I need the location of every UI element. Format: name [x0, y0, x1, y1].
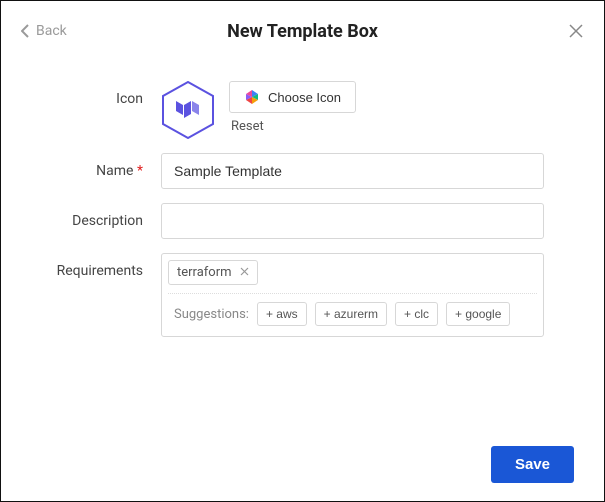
modal-dialog: Back New Template Box Icon [0, 0, 605, 502]
requirements-row: Requirements terraform Suggestions: + aw… [1, 253, 544, 337]
reset-icon-link[interactable]: Reset [231, 119, 264, 134]
requirements-input[interactable]: terraform Suggestions: + aws + azurerm +… [161, 253, 544, 337]
choose-icon-label: Choose Icon [268, 90, 341, 105]
requirement-tag: terraform [168, 260, 258, 285]
name-row: Name * [1, 153, 544, 189]
back-button[interactable]: Back [21, 23, 67, 39]
icon-row: Icon [1, 81, 544, 139]
current-icon [161, 81, 215, 139]
suggestion-label: google [465, 307, 501, 321]
suggestion-azurerm[interactable]: + azurerm [315, 302, 387, 326]
terraform-icon [161, 81, 215, 139]
close-button[interactable] [568, 23, 584, 43]
close-icon [240, 267, 249, 276]
suggestion-label: azurerm [334, 307, 378, 321]
suggestion-label: clc [414, 307, 429, 321]
remove-tag-button[interactable] [240, 265, 249, 280]
suggestion-aws[interactable]: + aws [257, 302, 307, 326]
description-row: Description [1, 203, 544, 239]
modal-header: Back New Template Box [1, 1, 604, 53]
suggestion-label: aws [276, 307, 297, 321]
modal-title: New Template Box [1, 21, 604, 42]
palette-icon [244, 89, 260, 105]
required-mark: * [137, 163, 143, 179]
save-button[interactable]: Save [491, 446, 574, 483]
requirements-label: Requirements [1, 253, 161, 279]
chevron-left-icon [21, 24, 30, 38]
close-icon [568, 23, 584, 39]
suggestions-label: Suggestions: [174, 307, 249, 322]
name-label-text: Name [96, 163, 133, 179]
suggestion-google[interactable]: + google [446, 302, 510, 326]
description-input[interactable] [161, 203, 544, 239]
back-label: Back [36, 23, 67, 39]
requirement-tag-label: terraform [177, 265, 232, 280]
suggestions-row: Suggestions: + aws + azurerm + clc + goo… [168, 293, 537, 330]
modal-footer: Save [491, 446, 574, 483]
icon-label: Icon [1, 81, 161, 107]
suggestion-clc[interactable]: + clc [395, 302, 438, 326]
name-input[interactable] [161, 153, 544, 189]
choose-icon-button[interactable]: Choose Icon [229, 81, 356, 113]
form: Icon [1, 53, 604, 337]
name-label: Name * [1, 153, 161, 179]
description-label: Description [1, 203, 161, 229]
